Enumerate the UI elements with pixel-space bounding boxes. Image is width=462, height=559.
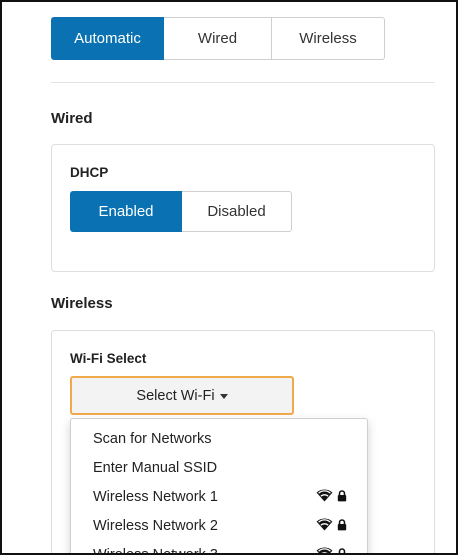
network-settings-window: Automatic Wired Wireless Wired DHCP Enab…	[0, 0, 458, 555]
lock-icon	[337, 547, 347, 553]
select-wifi-button[interactable]: Select Wi-Fi	[70, 376, 294, 415]
dhcp-label: DHCP	[70, 165, 109, 180]
wired-panel: DHCP Enabled Disabled	[51, 144, 435, 272]
menu-item-scan-networks[interactable]: Scan for Networks	[71, 424, 367, 453]
section-divider	[51, 82, 435, 83]
menu-item-label: Enter Manual SSID	[93, 459, 218, 476]
mode-wireless-button[interactable]: Wireless	[272, 17, 385, 60]
wifi-select-label: Wi-Fi Select	[70, 351, 147, 366]
lock-icon	[337, 489, 347, 501]
menu-item-manual-ssid[interactable]: Enter Manual SSID	[71, 453, 367, 482]
menu-item-network-1[interactable]: Wireless Network 1	[71, 482, 367, 511]
mode-wired-button[interactable]: Wired	[164, 17, 272, 60]
dhcp-toggle: Enabled Disabled	[70, 191, 292, 232]
menu-item-label: Wireless Network 1	[93, 488, 218, 505]
menu-item-label: Wireless Network 2	[93, 517, 218, 534]
wifi-icon	[316, 489, 333, 502]
select-wifi-button-label: Select Wi-Fi	[136, 387, 215, 404]
wifi-icon	[316, 547, 333, 553]
connection-mode-selector: Automatic Wired Wireless	[51, 17, 385, 60]
menu-item-label: Wireless Network 3	[93, 546, 218, 555]
dhcp-disabled-button[interactable]: Disabled	[182, 191, 292, 232]
caret-down-icon	[219, 394, 228, 399]
wired-section-title: Wired	[51, 110, 93, 127]
menu-item-network-2[interactable]: Wireless Network 2	[71, 511, 367, 540]
wifi-icon	[316, 518, 333, 531]
menu-item-label: Scan for Networks	[93, 430, 212, 447]
dhcp-enabled-button[interactable]: Enabled	[70, 191, 182, 232]
mode-automatic-button[interactable]: Automatic	[51, 17, 164, 60]
wireless-section-title: Wireless	[51, 295, 113, 312]
wifi-dropdown-menu: Scan for Networks Enter Manual SSID Wire…	[70, 418, 368, 555]
lock-icon	[337, 518, 347, 530]
menu-item-network-3[interactable]: Wireless Network 3	[71, 540, 367, 555]
